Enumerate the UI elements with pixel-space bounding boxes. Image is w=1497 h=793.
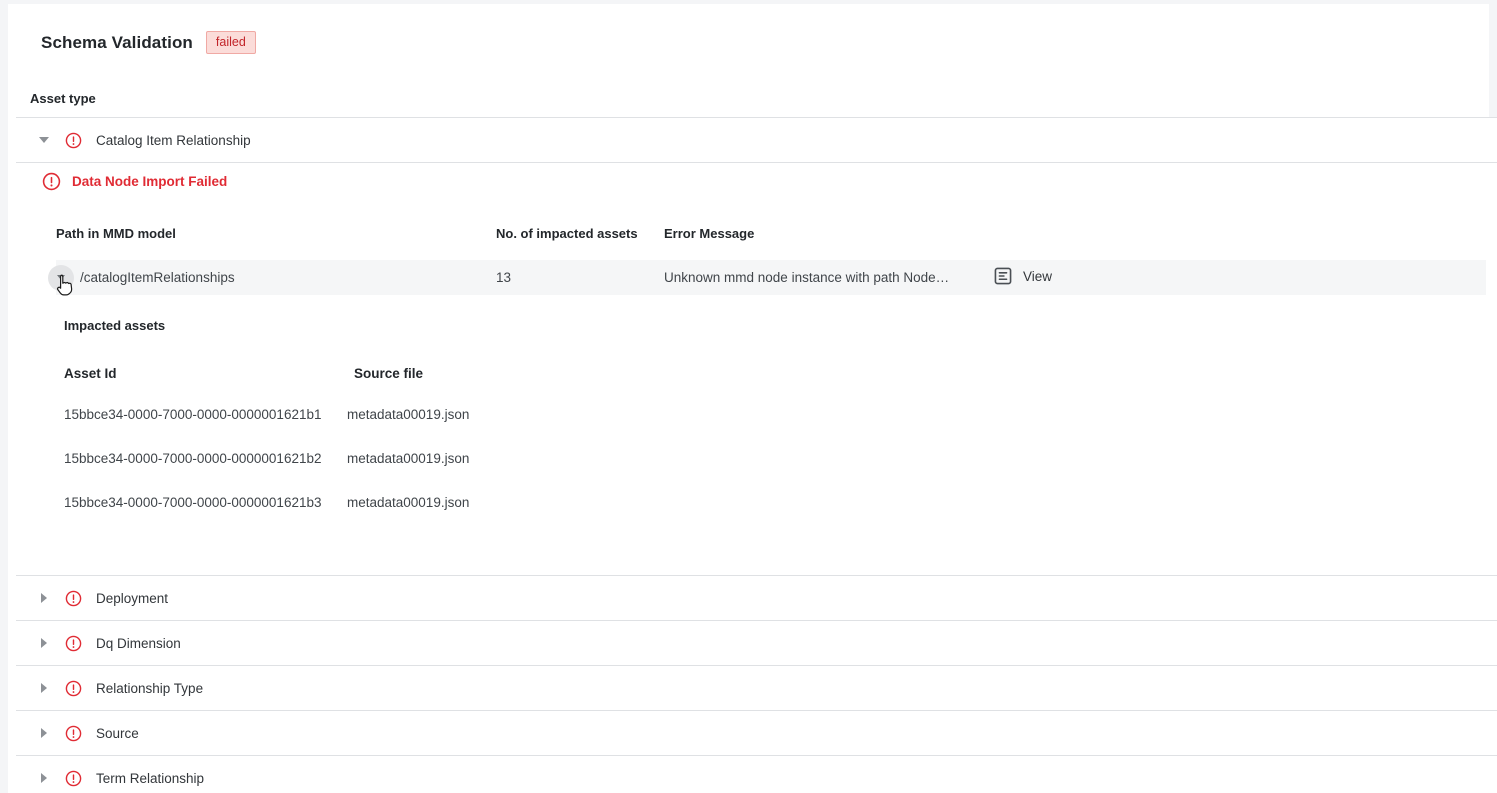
column-header-asset-id: Asset Id bbox=[64, 366, 354, 381]
caret-right-icon[interactable] bbox=[37, 683, 51, 693]
accordion-item-catalog-item-relationship[interactable]: Catalog Item Relationship bbox=[16, 117, 1497, 162]
cell-error-message: Unknown mmd node instance with path Node… bbox=[664, 270, 994, 285]
cell-asset-id: 15bbce34-0000-7000-0000-0000001621b1 bbox=[57, 407, 347, 422]
page-header: Schema Validation failed bbox=[41, 31, 256, 54]
accordion-item-label: Term Relationship bbox=[96, 771, 204, 786]
list-item[interactable]: 15bbce34-0000-7000-0000-0000001621b2 met… bbox=[57, 436, 1464, 480]
impacted-assets-header: Asset Id Source file bbox=[64, 366, 1464, 381]
cell-source-file: metadata00019.json bbox=[347, 451, 647, 466]
accordion-item-label: Deployment bbox=[96, 591, 168, 606]
error-circle-icon bbox=[65, 770, 82, 787]
view-button[interactable]: View bbox=[994, 267, 1052, 285]
caret-right-icon[interactable] bbox=[37, 728, 51, 738]
accordion-item-dq-dimension[interactable]: Dq Dimension bbox=[16, 620, 1497, 665]
status-badge: failed bbox=[206, 31, 256, 54]
caret-down-icon[interactable] bbox=[37, 137, 51, 143]
cell-action: View bbox=[994, 267, 1154, 288]
accordion-expanded-header-wrap: Catalog Item Relationship bbox=[16, 117, 1497, 162]
accordion-item-label: Relationship Type bbox=[96, 681, 203, 696]
accordion-item-source[interactable]: Source bbox=[16, 710, 1497, 755]
panel-error-title: Data Node Import Failed bbox=[16, 163, 1497, 199]
error-table: Path in MMD model No. of impacted assets… bbox=[56, 226, 1486, 295]
accordion-item-label: Source bbox=[96, 726, 139, 741]
error-circle-icon bbox=[65, 725, 82, 742]
cell-source-file: metadata00019.json bbox=[347, 495, 647, 510]
accordion-item-deployment[interactable]: Deployment bbox=[16, 575, 1497, 620]
row-expand-toggle[interactable] bbox=[48, 265, 74, 291]
list-item[interactable]: 15bbce34-0000-7000-0000-0000001621b1 met… bbox=[57, 392, 1464, 436]
caret-right-icon[interactable] bbox=[37, 773, 51, 783]
caret-right-icon[interactable] bbox=[37, 593, 51, 603]
caret-right-icon[interactable] bbox=[37, 638, 51, 648]
column-header-source-file: Source file bbox=[354, 366, 654, 381]
column-header-errmsg: Error Message bbox=[664, 226, 994, 241]
cell-asset-id: 15bbce34-0000-7000-0000-0000001621b2 bbox=[57, 451, 347, 466]
page-surface: Schema Validation failed Asset type Cata… bbox=[8, 4, 1489, 793]
impacted-assets-section: Impacted assets Asset Id Source file 15b… bbox=[64, 318, 1464, 524]
error-circle-icon bbox=[65, 132, 82, 149]
cell-path: /catalogItemRelationships bbox=[56, 265, 496, 291]
accordion-item-relationship-type[interactable]: Relationship Type bbox=[16, 665, 1497, 710]
asset-type-label: Asset type bbox=[30, 91, 96, 106]
accordion-item-term-relationship[interactable]: Term Relationship bbox=[16, 755, 1497, 793]
accordion-item-label: Catalog Item Relationship bbox=[96, 133, 251, 148]
accordion-item-label: Dq Dimension bbox=[96, 636, 181, 651]
error-circle-icon bbox=[42, 172, 61, 191]
accordion-panel-catalog-item-relationship: Data Node Import Failed Path in MMD mode… bbox=[16, 162, 1497, 575]
column-header-count: No. of impacted assets bbox=[496, 226, 664, 241]
cell-path-text: /catalogItemRelationships bbox=[80, 270, 235, 285]
error-table-header: Path in MMD model No. of impacted assets… bbox=[56, 226, 1486, 252]
error-circle-icon bbox=[65, 590, 82, 607]
error-circle-icon bbox=[65, 680, 82, 697]
view-button-label: View bbox=[1023, 269, 1052, 284]
list-item[interactable]: 15bbce34-0000-7000-0000-0000001621b3 met… bbox=[57, 480, 1464, 524]
panel-error-title-text: Data Node Import Failed bbox=[72, 174, 227, 189]
cell-source-file: metadata00019.json bbox=[347, 407, 647, 422]
accordion-collapsed-list: Deployment Dq Dimension Relationsh bbox=[16, 575, 1497, 793]
cell-asset-id: 15bbce34-0000-7000-0000-0000001621b3 bbox=[57, 495, 347, 510]
impacted-assets-body: 15bbce34-0000-7000-0000-0000001621b1 met… bbox=[57, 392, 1464, 524]
schema-validation-page: Schema Validation failed Asset type Cata… bbox=[0, 0, 1497, 793]
cell-impacted-count: 13 bbox=[496, 270, 664, 285]
impacted-assets-title: Impacted assets bbox=[64, 318, 1464, 333]
column-header-path: Path in MMD model bbox=[56, 226, 496, 241]
error-circle-icon bbox=[65, 635, 82, 652]
page-title: Schema Validation bbox=[41, 34, 193, 51]
table-row[interactable]: /catalogItemRelationships 13 Unknown mmd… bbox=[56, 260, 1486, 295]
document-lines-icon bbox=[994, 267, 1012, 285]
